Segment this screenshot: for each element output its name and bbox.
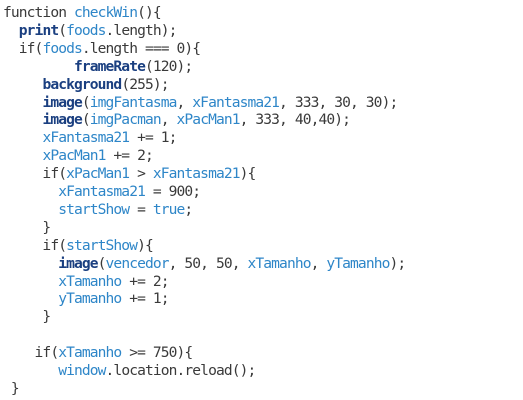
- code-token: >: [129, 165, 153, 183]
- code-editor[interactable]: function checkWin(){ print(foods.length)…: [0, 0, 523, 400]
- code-token: (255);: [121, 75, 169, 93]
- code-token: xPacMan1: [42, 147, 106, 165]
- code-token: window: [58, 362, 106, 379]
- code-line-15: image(vencedor, 50, 50, xTamanho, yTaman…: [3, 254, 406, 273]
- code-token: if(: [3, 236, 67, 254]
- code-line-20: if(xTamanho >= 750){: [3, 344, 194, 362]
- code-token: (){: [137, 4, 162, 21]
- code-token: yTamanho: [58, 290, 122, 308]
- code-token: imgPacman: [89, 111, 162, 129]
- code-token: foods: [42, 39, 82, 57]
- code-token: ,: [160, 111, 177, 129]
- code-token: startShow: [66, 236, 138, 254]
- code-token: = 900;: [144, 183, 201, 200]
- code-token: image: [58, 254, 98, 272]
- code-token: yTamanho: [326, 254, 390, 272]
- code-token: frameRate: [73, 57, 146, 75]
- code-token: .length);: [105, 21, 178, 39]
- code-line-9: xPacMan1 += 2;: [3, 147, 153, 165]
- code-token: xPacMan1: [176, 111, 241, 129]
- code-token: ){: [137, 236, 154, 254]
- code-token: ,: [310, 254, 327, 272]
- code-token: xPacMan1: [66, 165, 130, 183]
- code-token: if(: [3, 39, 44, 57]
- code-token: , 50, 50,: [168, 254, 248, 272]
- code-token: foods: [66, 21, 106, 39]
- code-line-21: window.location.reload();: [3, 362, 257, 380]
- code-token: += 1;: [129, 129, 177, 147]
- code-token: background: [42, 75, 122, 93]
- code-token: function: [3, 4, 74, 21]
- code-token: .length === 0){: [81, 39, 201, 57]
- code-token: += 2;: [105, 147, 153, 165]
- code-token: xFantasma21: [152, 165, 241, 183]
- code-token: , 333, 40,40);: [239, 111, 351, 129]
- code-token: vencedor: [105, 254, 170, 272]
- code-token: xFantasma21: [58, 183, 146, 200]
- code-token: ;: [184, 200, 193, 218]
- code-token: startShow: [58, 200, 130, 218]
- code-line-10: if(xPacMan1 > xFantasma21){: [3, 165, 257, 183]
- code-token: }: [3, 379, 20, 397]
- code-token: , 333, 30, 30);: [279, 93, 398, 111]
- code-token: (: [81, 111, 91, 129]
- code-line-3: if(foods.length === 0){: [3, 39, 201, 58]
- code-line-1: function checkWin(){: [3, 4, 162, 22]
- code-line-4: frameRate(120);: [3, 57, 193, 76]
- code-token: += 2;: [121, 272, 169, 290]
- code-token: ,: [176, 93, 193, 111]
- code-token: }: [3, 218, 51, 236]
- code-line-2: print(foods.length);: [3, 21, 178, 40]
- code-token: imgFantasma: [89, 93, 178, 111]
- code-line-14: if(startShow){: [3, 237, 153, 255]
- code-line-5: background(255);: [3, 76, 169, 94]
- code-token: true: [152, 200, 185, 218]
- code-token: xTamanho: [58, 272, 122, 290]
- code-line-13: }: [3, 218, 51, 237]
- code-token: }: [3, 308, 51, 326]
- code-token: =: [129, 200, 153, 218]
- code-token: (120);: [144, 57, 193, 75]
- code-line-22: }: [3, 379, 20, 398]
- code-token: image: [42, 111, 82, 129]
- code-token: xTamanho: [247, 254, 312, 272]
- code-line-6: image(imgFantasma, xFantasma21, 333, 30,…: [3, 93, 398, 112]
- code-token: if(: [3, 344, 60, 362]
- code-line-7: image(imgPacman, xPacMan1, 333, 40,40);: [3, 111, 351, 129]
- code-token: >= 750){: [121, 344, 193, 362]
- code-line-17: yTamanho += 1;: [3, 290, 169, 308]
- code-line-8: xFantasma21 += 1;: [3, 129, 177, 147]
- code-token: += 1;: [121, 290, 169, 308]
- code-line-18: }: [3, 308, 51, 326]
- code-token: ){: [239, 165, 257, 183]
- code-token: if(: [3, 165, 67, 183]
- code-token: image: [42, 93, 82, 111]
- code-token: print: [18, 21, 59, 39]
- code-line-16: xTamanho += 2;: [3, 273, 169, 291]
- code-line-11: xFantasma21 = 900;: [3, 183, 201, 201]
- code-line-12: startShow = true;: [3, 200, 193, 219]
- code-token: .location.reload();: [105, 362, 257, 379]
- code-token: (: [81, 93, 91, 111]
- code-token: xTamanho: [58, 344, 122, 362]
- code-token: xFantasma21: [192, 93, 280, 111]
- code-token: (: [97, 254, 107, 272]
- code-token: checkWin: [73, 4, 138, 21]
- code-token: xFantasma21: [42, 129, 130, 147]
- code-token: (: [58, 21, 67, 39]
- code-token: );: [389, 254, 406, 272]
